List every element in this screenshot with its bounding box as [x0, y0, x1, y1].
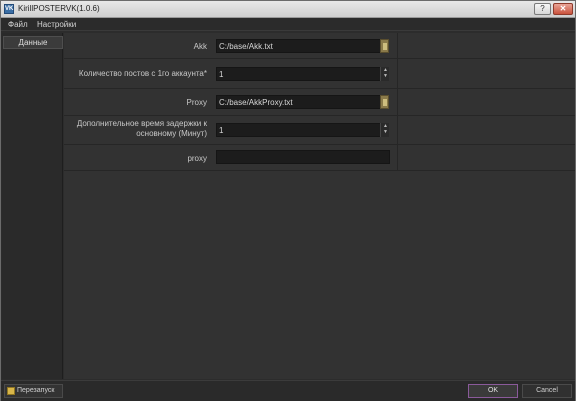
- posts-count-stepper[interactable]: ▲ ▼: [380, 67, 389, 81]
- row-proxy-file: Proxy: [64, 89, 575, 116]
- sidebar: Данные: [2, 33, 63, 379]
- row-extra-delay: Дополнительное время задержки к основном…: [64, 116, 575, 145]
- row-divider: [397, 116, 398, 144]
- posts-count-spinbox[interactable]: [216, 67, 389, 81]
- settings-form: Akk Количество постов с 1го аккаунта* ▲ …: [64, 33, 575, 379]
- proxy-label: proxy: [187, 154, 207, 163]
- menu-file[interactable]: Файл: [8, 20, 28, 29]
- help-button[interactable]: ?: [534, 3, 551, 15]
- app-icon: VK: [4, 4, 14, 14]
- proxy-browse-icon[interactable]: [380, 95, 389, 109]
- sidebar-tab-data[interactable]: Данные: [3, 36, 63, 49]
- row-divider: [397, 89, 398, 115]
- menu-bar: Файл Настройки: [1, 18, 575, 31]
- proxy-file-label: Proxy: [186, 98, 207, 107]
- menu-settings[interactable]: Настройки: [37, 20, 76, 29]
- close-button[interactable]: ✕: [553, 3, 573, 15]
- row-proxy: proxy: [64, 145, 575, 171]
- restart-button-label: Перезапуск: [17, 387, 55, 394]
- cancel-button[interactable]: Cancel: [522, 384, 572, 398]
- akk-label: Akk: [193, 42, 207, 51]
- title-bar: VK KirillPOSTERVK(1.0.6) ? ✕: [1, 1, 575, 18]
- akk-browse-icon[interactable]: [380, 39, 389, 53]
- window-title: KirillPOSTERVK(1.0.6): [18, 4, 100, 13]
- row-divider: [397, 59, 398, 88]
- row-posts-count: Количество постов с 1го аккаунта* ▲ ▼: [64, 59, 575, 89]
- row-divider: [397, 145, 398, 170]
- extra-delay-stepper[interactable]: ▲ ▼: [380, 123, 389, 137]
- stepper-down-icon[interactable]: ▼: [382, 73, 389, 79]
- row-akk: Akk: [64, 33, 575, 59]
- posts-count-label: Количество постов с 1го аккаунта*: [78, 69, 207, 78]
- proxy-input[interactable]: [216, 150, 390, 164]
- extra-delay-label: Дополнительное время задержки к основном…: [76, 119, 207, 138]
- restart-button[interactable]: Перезапуск: [4, 384, 63, 398]
- extra-delay-spinbox[interactable]: [216, 123, 389, 137]
- proxy-path-input[interactable]: [216, 95, 389, 109]
- bottom-bar: Перезапуск OK Cancel: [1, 380, 575, 401]
- stepper-down-icon[interactable]: ▼: [382, 129, 389, 135]
- main-window: VK KirillPOSTERVK(1.0.6) ? ✕ Файл Настро…: [0, 0, 576, 401]
- folder-icon: [7, 387, 15, 395]
- akk-path-input[interactable]: [216, 39, 389, 53]
- row-divider: [397, 33, 398, 58]
- ok-button[interactable]: OK: [468, 384, 518, 398]
